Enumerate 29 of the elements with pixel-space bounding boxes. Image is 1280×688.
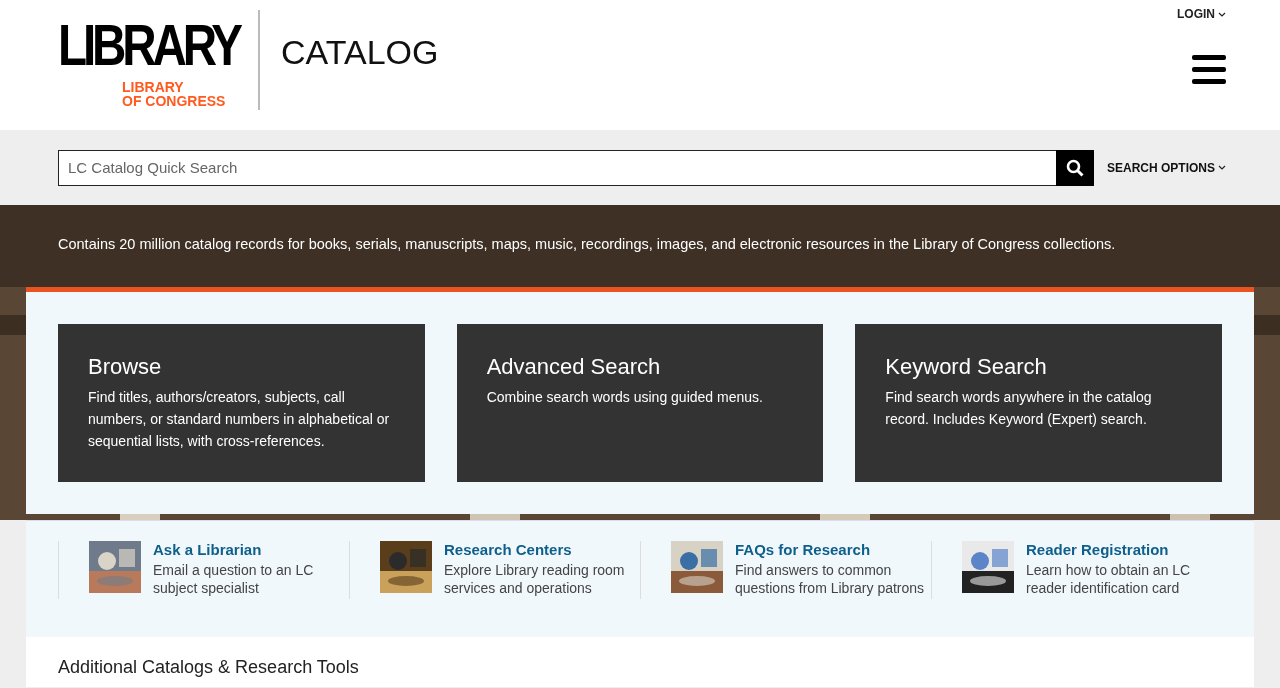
card-title: Browse — [88, 354, 163, 380]
search-icon — [1066, 158, 1084, 177]
search-button[interactable] — [1056, 149, 1094, 186]
section-heading: Additional Catalogs & Research Tools — [58, 657, 360, 678]
catalog-description: Contains 20 million catalog records for books, serials, manuscripts, maps, music, recordings, images, and electronic resources in the Library of Congress collections. — [57, 235, 1117, 254]
resource-description: Explore Library reading room services and operations — [444, 561, 626, 597]
resource-link[interactable]: Research Centers — [444, 541, 640, 558]
card-title: Keyword Search — [885, 354, 1048, 380]
menu-icon[interactable] — [1192, 55, 1226, 85]
search-card[interactable]: Keyword Search Find search words anywhere in the catalog record. Includes Keyword (Expert) search. — [855, 324, 1222, 482]
resource-link[interactable]: FAQs for Research — [735, 541, 931, 558]
card-description: Find titles, authors/creators, subjects, call numbers, or standard numbers in alphabetical or sequential lists, with cross-references. — [88, 388, 391, 451]
library-logo[interactable]: LIBRARY LIBRARY OF CONGRESS — [58, 10, 260, 110]
site-title: CATALOG — [281, 32, 439, 72]
caret-icon — [1218, 11, 1226, 17]
search-field[interactable]: LC Catalog Quick Search — [58, 149, 1056, 186]
resource-link[interactable]: Ask a Librarian — [153, 541, 349, 558]
card-description: Combine search words using guided menus. — [486, 388, 764, 407]
search-card[interactable]: Browse Find titles, authors/creators, subjects, call numbers, or standard numbers in alphabetical or sequential lists, with cross-references. — [58, 324, 425, 482]
resource-description: Email a question to an LC subject specialist — [153, 561, 315, 597]
search-card[interactable]: Advanced Search Combine search words using guided menus. — [456, 324, 824, 482]
resource-description: Find answers to common questions from Library patrons — [735, 561, 926, 597]
resource-link[interactable]: Reader Registration — [1026, 541, 1222, 558]
card-description: Find search words anywhere in the catalog record. Includes Keyword (Expert) search. — [885, 388, 1153, 429]
login-link[interactable]: LOGIN — [1177, 7, 1226, 21]
resource-description: Learn how to obtain an LC reader identification card — [1026, 561, 1192, 597]
caret-icon — [1218, 165, 1226, 170]
card-title: Advanced Search — [486, 354, 662, 380]
search-options-link[interactable]: SEARCH OPTIONS — [1107, 160, 1226, 175]
